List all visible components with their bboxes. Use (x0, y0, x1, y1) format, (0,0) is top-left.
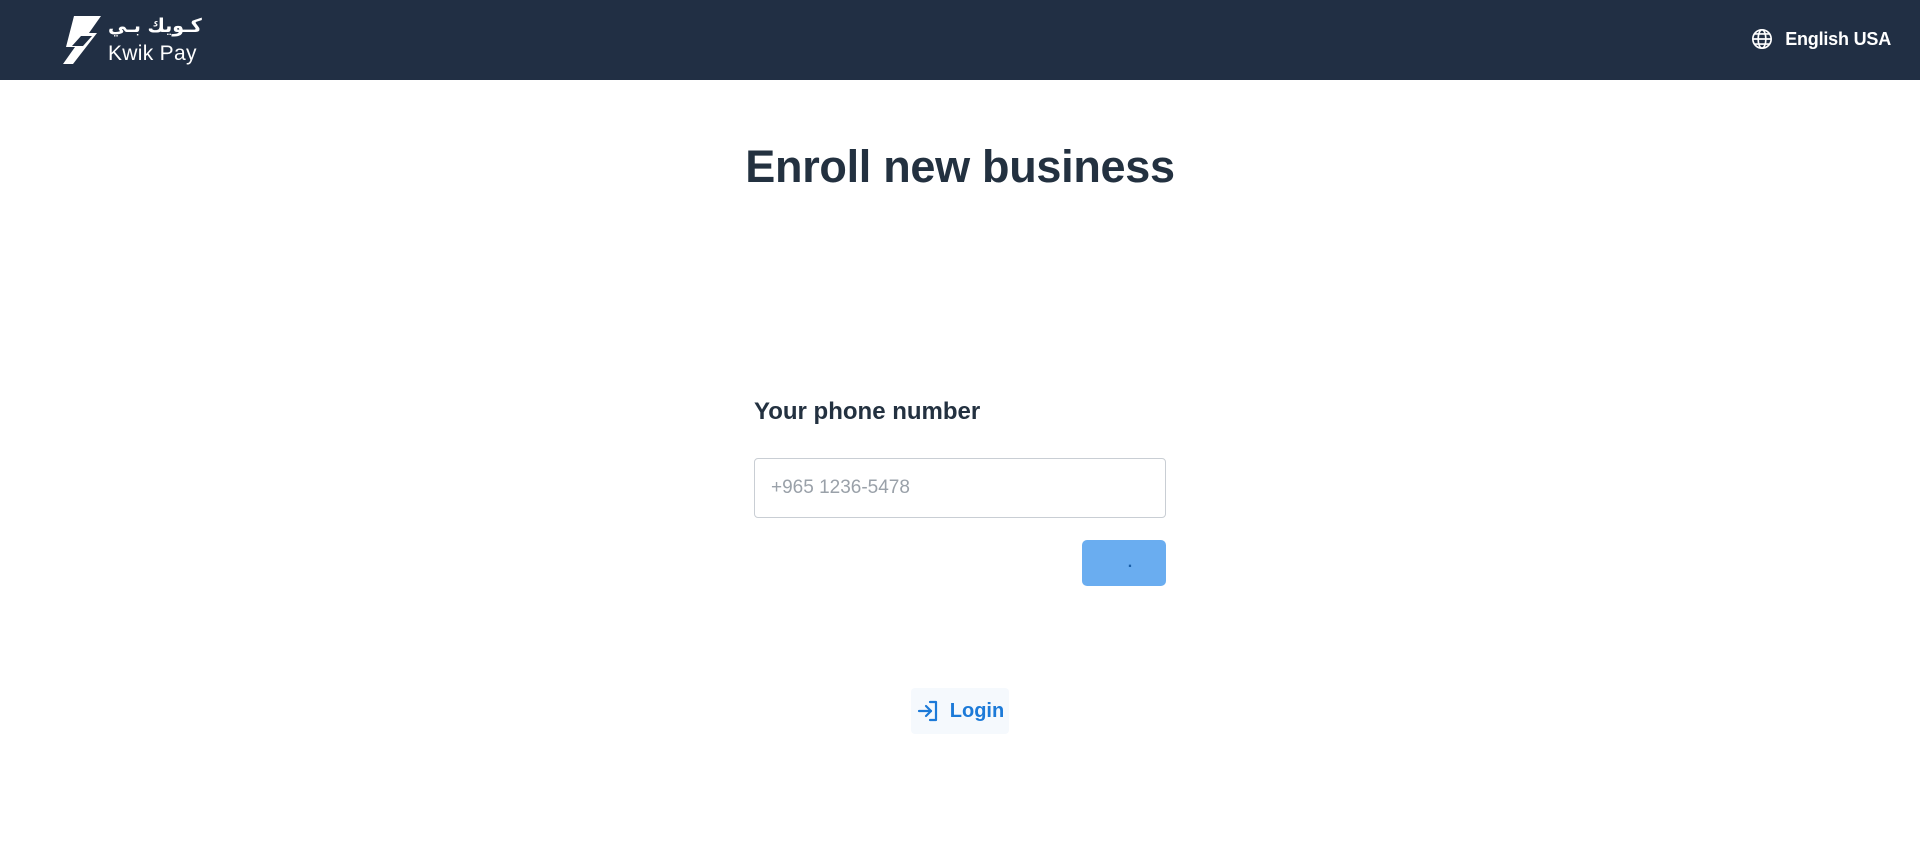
brand-name-english: Kwik Pay (108, 41, 197, 65)
kwik-pay-logo[interactable]: كـويك بـي Kwik Pay (63, 16, 202, 64)
language-label: English USA (1785, 28, 1891, 49)
submit-button[interactable]: . (1082, 540, 1166, 586)
top-navigation-bar: كـويك بـي Kwik Pay English USA (0, 0, 1920, 80)
language-selector[interactable]: English USA (1751, 28, 1891, 50)
login-arrow-icon (917, 700, 937, 722)
brand-name: كـويك بـي Kwik Pay (108, 14, 202, 65)
enroll-form: Your phone number . (754, 398, 1166, 586)
kwik-pay-lightning-icon (63, 16, 101, 64)
phone-number-label: Your phone number (754, 398, 981, 425)
login-label: Login (949, 699, 1005, 722)
page-title: Enroll new business (745, 141, 1175, 192)
globe-icon (1752, 29, 1773, 49)
login-link[interactable]: Login (911, 688, 1009, 734)
phone-number-input[interactable] (754, 458, 1166, 518)
brand-name-arabic: كـويك بـي (108, 14, 202, 37)
